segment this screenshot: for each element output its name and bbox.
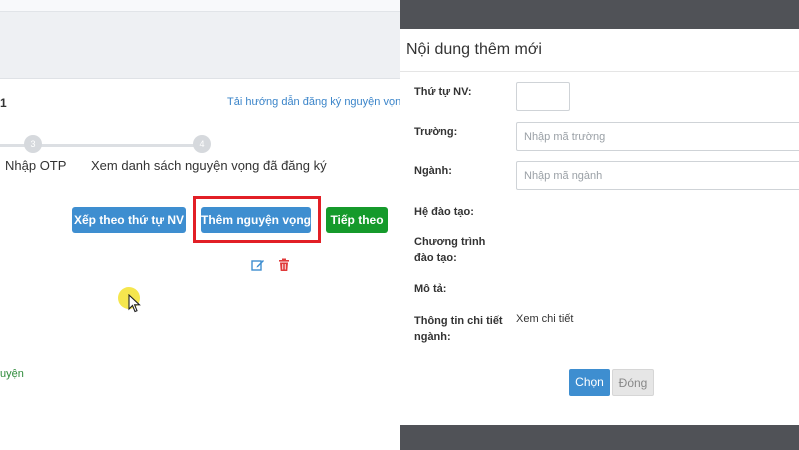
registration-page: 1 Tải hướng dẫn đăng ký nguyện vọng 3 4 … bbox=[0, 0, 400, 450]
major-details-label: Thông tin chi tiết ngành: bbox=[414, 315, 503, 343]
order-input[interactable] bbox=[516, 82, 570, 111]
step-otp-label: Nhập OTP bbox=[5, 158, 67, 173]
major-label: Ngành: bbox=[414, 165, 452, 177]
step-list-label: Xem danh sách nguyện vọng đã đăng ký bbox=[91, 158, 327, 173]
select-button[interactable]: Chọn bbox=[569, 369, 610, 396]
program-label: Chương trình đào tạo: bbox=[414, 236, 486, 264]
top-bar bbox=[0, 0, 400, 12]
description-label: Mô tả: bbox=[414, 283, 447, 295]
view-details-link[interactable]: Xem chi tiết bbox=[516, 313, 573, 325]
registration-card bbox=[0, 78, 400, 450]
major-input[interactable] bbox=[516, 161, 799, 190]
order-label: Thứ tự NV: bbox=[414, 86, 472, 98]
sort-order-button[interactable]: Xếp theo thứ tự NV bbox=[72, 207, 186, 233]
edit-icon[interactable] bbox=[251, 258, 265, 272]
next-button[interactable]: Tiếp theo bbox=[326, 207, 388, 233]
school-label: Trường: bbox=[414, 126, 458, 138]
stepper-dot-4: 4 bbox=[193, 135, 211, 153]
guide-download-link[interactable]: Tải hướng dẫn đăng ký nguyện vọng bbox=[227, 96, 400, 108]
school-input[interactable] bbox=[516, 122, 799, 151]
training-system-label: Hệ đào tạo: bbox=[414, 206, 474, 218]
step-number: 1 bbox=[0, 96, 7, 110]
mouse-cursor-icon bbox=[128, 294, 141, 313]
modal-backdrop: Nội dung thêm mới Thứ tự NV: Trường: Ngà… bbox=[400, 0, 799, 450]
modal-title: Nội dung thêm mới bbox=[406, 41, 542, 58]
close-button[interactable]: Đóng bbox=[612, 369, 654, 396]
trash-icon[interactable] bbox=[277, 258, 291, 272]
stepper-dot-3: 3 bbox=[24, 135, 42, 153]
add-new-modal: Nội dung thêm mới Thứ tự NV: Trường: Ngà… bbox=[400, 29, 799, 425]
sidebar-text-fragment: uyện bbox=[0, 368, 24, 380]
highlight-box bbox=[193, 196, 321, 243]
modal-divider bbox=[400, 71, 799, 72]
